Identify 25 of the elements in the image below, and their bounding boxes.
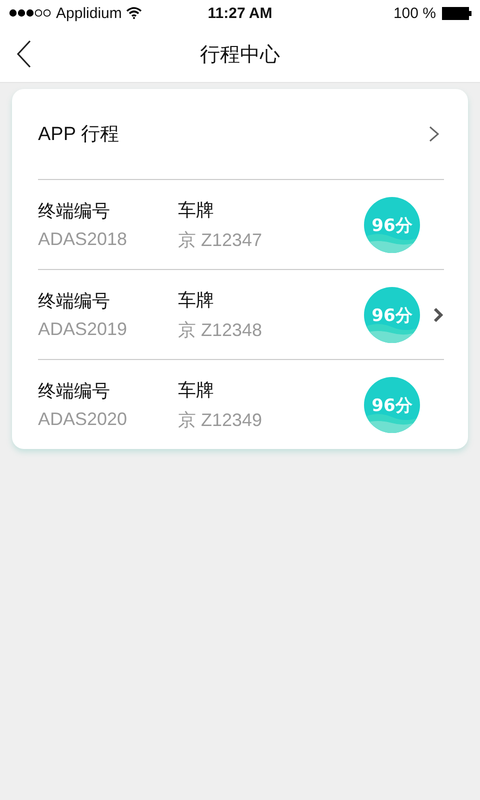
terminal-label: 终端编号: [38, 290, 111, 313]
page-title: 行程中心: [200, 42, 280, 68]
plate-number: 京 Z12347: [178, 228, 264, 252]
chevron-right-icon[interactable]: [432, 306, 444, 324]
chevron-right-icon[interactable]: [428, 125, 440, 143]
score-badge: 96分: [364, 286, 420, 342]
status-time: 11:27 AM: [208, 4, 272, 22]
terminal-label: 终端编号: [38, 380, 111, 403]
plate-number: 京 Z12348: [178, 318, 264, 342]
terminal-number: ADAS2020: [38, 409, 128, 430]
wifi-icon: [126, 7, 142, 19]
plate-label: 车牌: [178, 198, 215, 222]
signal-icon: [8, 8, 52, 18]
carrier-name: Applidium: [56, 4, 122, 22]
battery-icon: [442, 6, 472, 20]
plate-label: 车牌: [178, 288, 215, 312]
battery-percent: 100 %: [393, 4, 436, 22]
terminal-label: 终端编号: [38, 200, 111, 223]
app-trips-label[interactable]: APP 行程: [38, 121, 119, 147]
terminal-number: ADAS2019: [38, 319, 128, 340]
score-badge: 96分: [364, 376, 420, 432]
terminal-number: ADAS2018: [38, 229, 128, 250]
plate-number: 京 Z12349: [178, 408, 264, 432]
score-badge: 96分: [364, 196, 420, 252]
plate-label: 车牌: [178, 378, 215, 402]
